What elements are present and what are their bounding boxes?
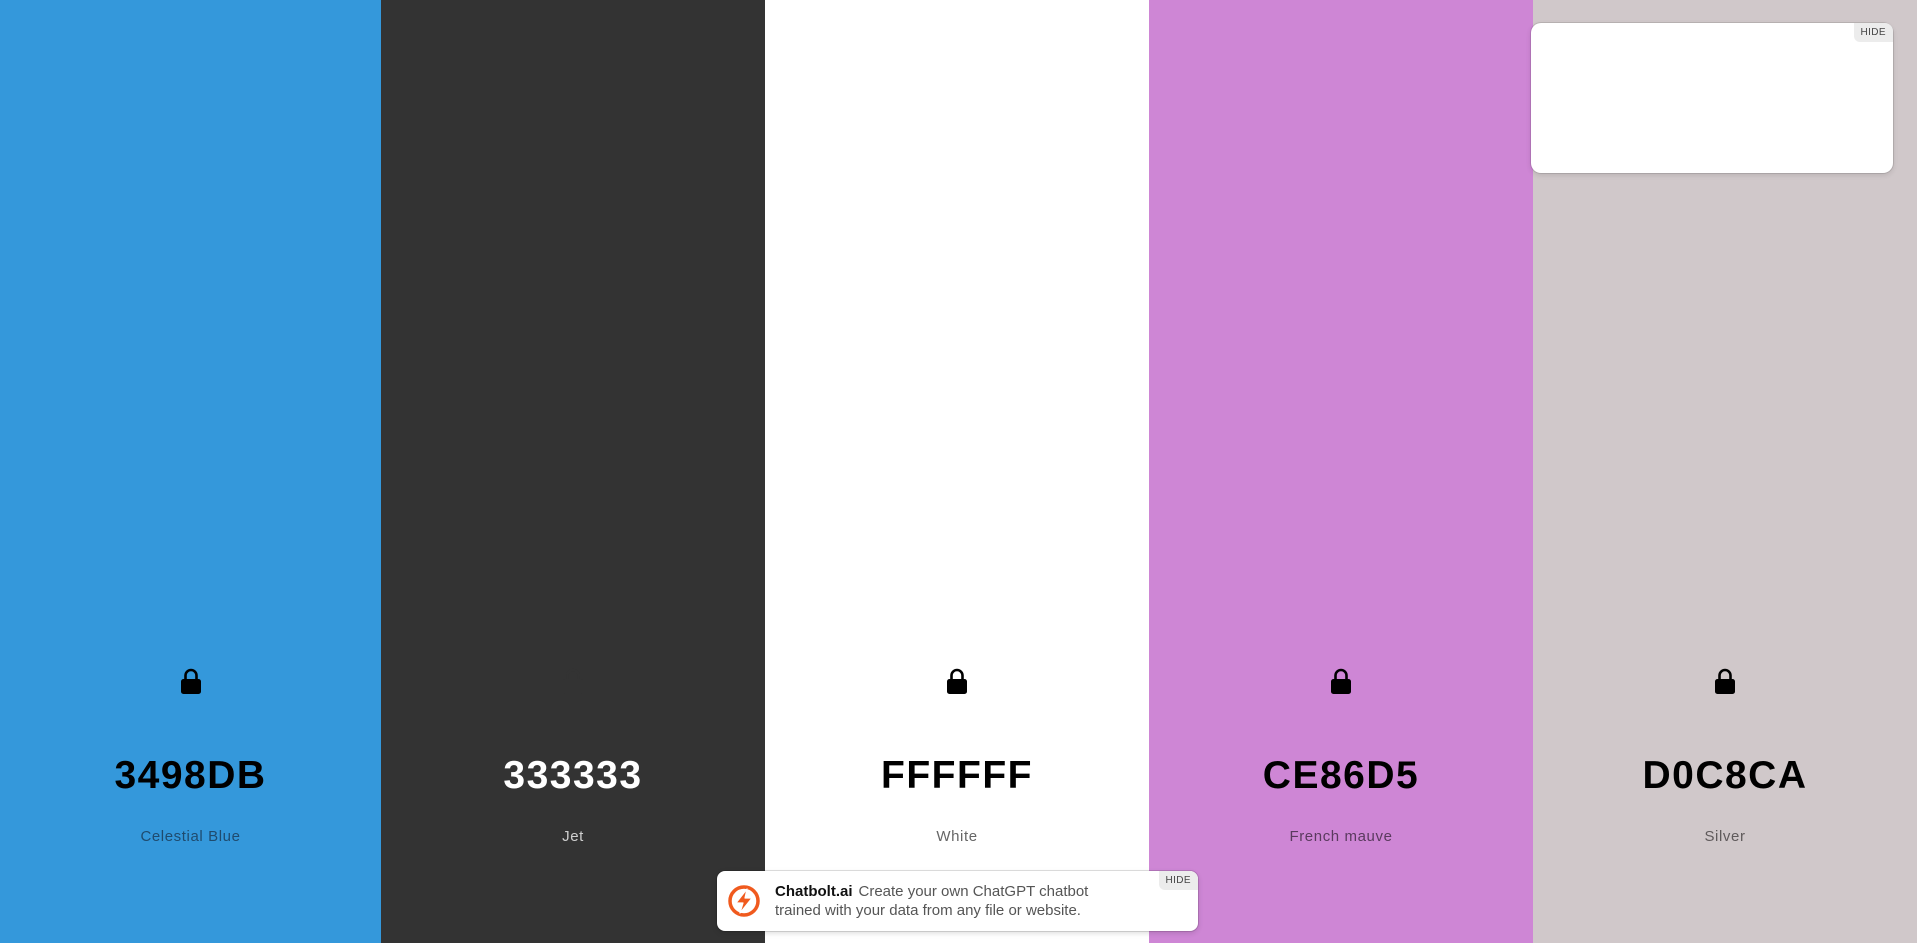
- color-name: French mauve: [1289, 828, 1393, 845]
- promo-hide-button[interactable]: HIDE: [1158, 871, 1198, 890]
- color-name: Silver: [1704, 828, 1746, 845]
- hex-code[interactable]: FFFFFF: [765, 752, 1149, 800]
- color-name: White: [936, 828, 978, 845]
- chatbolt-logo-icon: [728, 885, 760, 917]
- color-swatch[interactable]: 333333 Jet: [381, 0, 765, 943]
- lock-icon[interactable]: [945, 666, 969, 696]
- color-name: Celestial Blue: [140, 828, 241, 845]
- color-swatch[interactable]: FFFFFF White: [765, 0, 1149, 943]
- lock-icon[interactable]: [1329, 666, 1353, 696]
- lock-icon[interactable]: [1713, 666, 1737, 696]
- hex-code[interactable]: 3498DB: [0, 752, 381, 800]
- promo-brand: Chatbolt.ai: [775, 883, 853, 900]
- hex-code[interactable]: D0C8CA: [1533, 752, 1917, 800]
- chatbolt-promo-banner[interactable]: Chatbolt.ai Create your own ChatGPT chatb…: [717, 871, 1198, 931]
- color-swatch[interactable]: CE86D5 French mauve: [1149, 0, 1533, 943]
- promo-text: Chatbolt.ai Create your own ChatGPT chatb…: [775, 882, 1135, 920]
- unlock-icon[interactable]: [561, 666, 585, 696]
- lock-icon[interactable]: [179, 666, 203, 696]
- color-swatch[interactable]: 3498DB Celestial Blue: [0, 0, 381, 943]
- hex-code[interactable]: CE86D5: [1149, 752, 1533, 800]
- color-name: Jet: [562, 828, 584, 845]
- hex-code[interactable]: 333333: [381, 752, 765, 800]
- ad-card: HIDE: [1531, 23, 1893, 173]
- ad-hide-button[interactable]: HIDE: [1853, 23, 1893, 42]
